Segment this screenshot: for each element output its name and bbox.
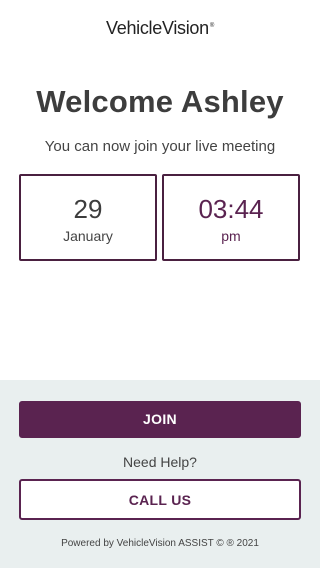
vehiclevision-logo: VehicleVision® <box>0 18 320 39</box>
meeting-date-card: 29 January <box>19 174 157 261</box>
need-help-text: Need Help? <box>123 454 197 470</box>
join-button[interactable]: JOIN <box>19 401 301 438</box>
meeting-page: VehicleVision® Welcome Ashley You can no… <box>0 0 320 568</box>
meeting-meridiem: pm <box>221 228 241 244</box>
powered-by-footer: Powered by VehicleVision ASSIST © ® 2021 <box>61 538 259 549</box>
page-subtitle: You can now join your live meeting <box>44 138 276 155</box>
logo-registered-mark: ® <box>209 23 214 29</box>
meeting-month: January <box>63 228 113 244</box>
logo-text: VehicleVision <box>106 18 209 38</box>
meeting-time-card: 03:44 pm <box>162 174 300 261</box>
actions-panel: JOIN Need Help? CALL US Powered by Vehic… <box>0 380 320 568</box>
page-title: Welcome Ashley <box>36 84 284 119</box>
meeting-time: 03:44 <box>198 194 264 224</box>
call-us-button[interactable]: CALL US <box>19 479 301 520</box>
meeting-day: 29 <box>73 194 103 224</box>
welcome-panel: VehicleVision® Welcome Ashley You can no… <box>0 0 320 380</box>
